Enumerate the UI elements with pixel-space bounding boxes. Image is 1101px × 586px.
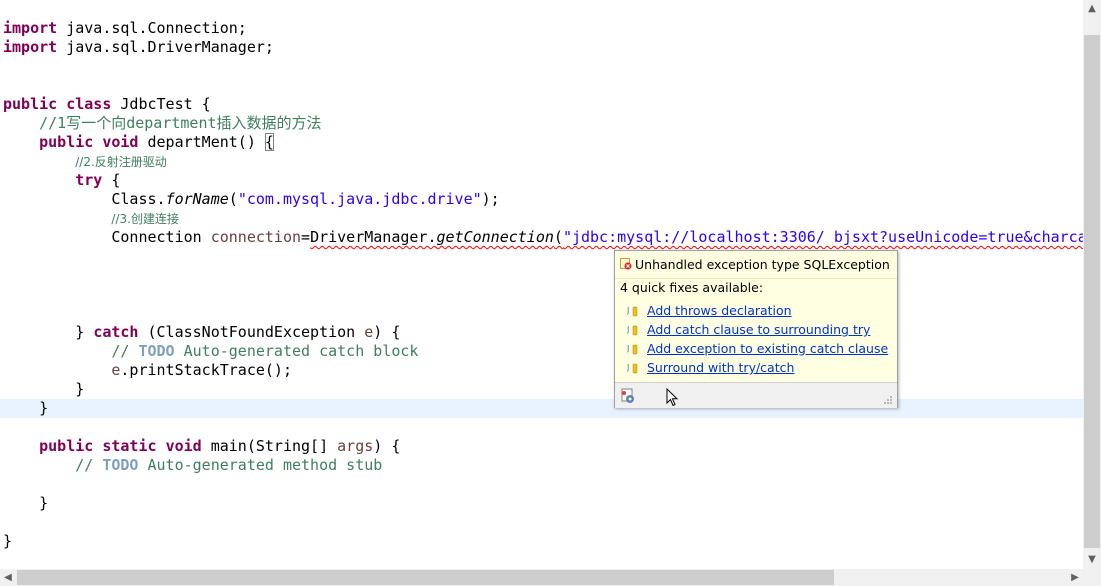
code-editor[interactable]: import java.sql.Connection; import java.… <box>0 0 1083 569</box>
quickfix-icon: J <box>627 306 638 317</box>
horizontal-scroll-thumb[interactable] <box>17 570 834 585</box>
code-line-6: //1写一个向department插入数据的方法 <box>39 114 322 132</box>
quickfix-icon: J <box>627 325 638 336</box>
code-line-19: e.printStackTrace(); <box>111 361 292 379</box>
popup-footer <box>615 382 897 408</box>
scroll-down-icon[interactable]: ▼ <box>1084 552 1100 568</box>
error-icon <box>620 258 632 270</box>
scroll-left-icon[interactable]: ◀ <box>0 570 16 586</box>
svg-text:J: J <box>627 325 629 334</box>
code-line-24: // TODO Auto-generated method stub <box>75 456 383 474</box>
mouse-cursor-icon <box>666 388 679 407</box>
code-line-1: import java.sql.Connection; <box>3 19 247 37</box>
code-line-8: //2.反射注册驱动 <box>75 155 167 169</box>
code-line-28: } <box>3 532 13 550</box>
svg-text:J: J <box>627 344 629 353</box>
scroll-right-icon[interactable]: ▶ <box>1067 570 1083 586</box>
scrollbar-corner <box>1083 569 1101 586</box>
code-line-11: //3.创建连接 <box>111 212 179 226</box>
svg-text:J: J <box>627 363 629 372</box>
quick-fix-count: 4 quick fixes available: <box>620 280 764 295</box>
code-line-26: } <box>39 494 49 512</box>
quickfix-icon: J <box>627 344 638 355</box>
code-line-10: Class.forName("com.mysql.java.jdbc.drive… <box>111 190 500 208</box>
matching-brace: { <box>264 133 274 151</box>
code-line-17: } catch (ClassNotFoundException e) { <box>75 323 401 341</box>
code-line-9: try { <box>75 171 121 189</box>
error-message: Unhandled exception type SQLException <box>635 257 890 272</box>
code-line-20: } <box>75 380 85 398</box>
fix-add-throws-link[interactable]: Add throws declaration <box>647 303 792 318</box>
current-line-highlight <box>0 399 1083 418</box>
vertical-scroll-thumb[interactable] <box>1084 35 1100 548</box>
quick-fix-popup[interactable]: Unhandled exception type SQLException 4 … <box>614 250 898 408</box>
code-line-21: } <box>39 399 49 417</box>
fix-add-catch-link[interactable]: Add catch clause to surrounding try <box>647 322 870 337</box>
settings-icon[interactable] <box>620 388 636 404</box>
quickfix-icon: J <box>627 363 638 374</box>
code-line-2: import java.sql.DriverManager; <box>3 38 274 56</box>
scroll-up-icon[interactable]: ▲ <box>1084 1 1100 17</box>
code-line-18: // TODO Auto-generated catch block <box>111 342 419 360</box>
popup-header: Unhandled exception type SQLException <box>615 251 897 279</box>
code-line-12: Connection connection=DriverManager.getC… <box>111 228 1083 246</box>
code-line-23: public static void main(String[] args) { <box>39 437 401 455</box>
resize-grip-icon[interactable] <box>883 395 893 405</box>
fix-add-to-existing-catch-link[interactable]: Add exception to existing catch clause <box>647 341 888 356</box>
code-line-5: public class JdbcTest { <box>3 95 211 113</box>
code-line-7: public void departMent() { <box>39 133 274 151</box>
svg-text:J: J <box>627 306 629 315</box>
fix-surround-try-catch-link[interactable]: Surround with try/catch <box>647 360 794 375</box>
